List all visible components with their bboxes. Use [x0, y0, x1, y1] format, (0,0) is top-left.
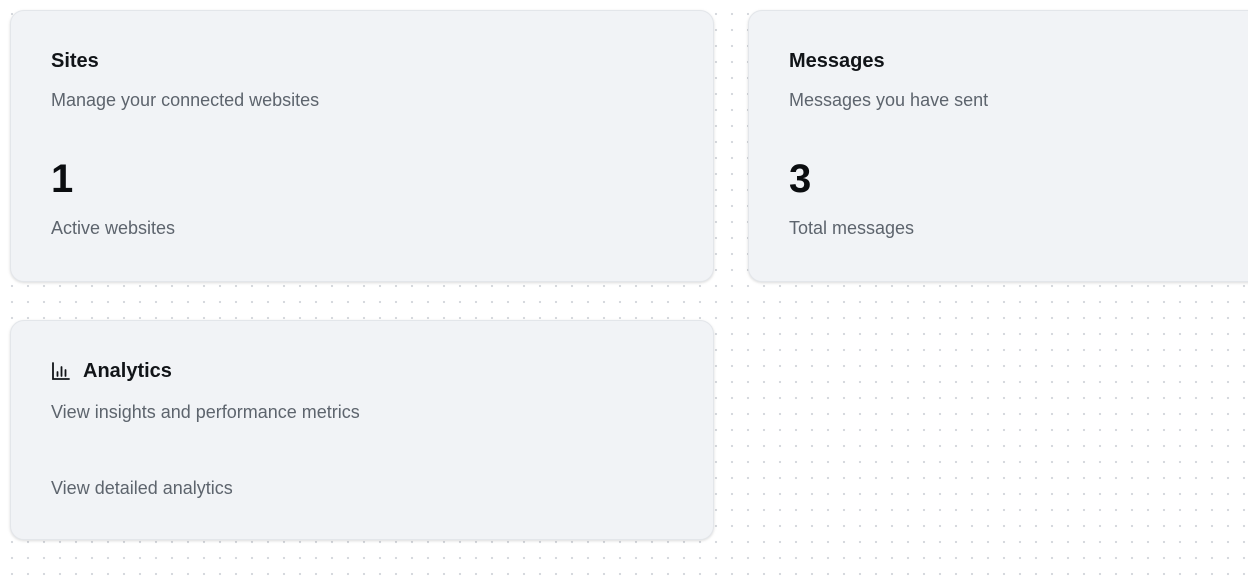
- analytics-card[interactable]: Analytics View insights and performance …: [10, 320, 714, 540]
- messages-caption: Total messages: [789, 218, 915, 238]
- messages-subtitle: Messages you have sent: [789, 90, 989, 110]
- analytics-subtitle: View insights and performance metrics: [51, 402, 360, 422]
- view-detailed-analytics-link[interactable]: View detailed analytics: [51, 479, 233, 497]
- analytics-title: Analytics: [83, 360, 172, 382]
- messages-count: 3: [789, 157, 812, 201]
- sites-count: 1: [51, 157, 74, 201]
- sites-caption: Active websites: [51, 218, 176, 238]
- sites-title: Sites: [51, 50, 99, 72]
- analytics-header: Analytics: [51, 361, 172, 381]
- sites-subtitle: Manage your connected websites: [51, 90, 320, 110]
- bar-chart-icon: [51, 361, 71, 381]
- sites-card[interactable]: Sites Manage your connected websites 1 A…: [10, 10, 714, 282]
- messages-card[interactable]: Messages Messages you have sent 3 Total …: [748, 10, 1248, 282]
- messages-title: Messages: [789, 50, 885, 72]
